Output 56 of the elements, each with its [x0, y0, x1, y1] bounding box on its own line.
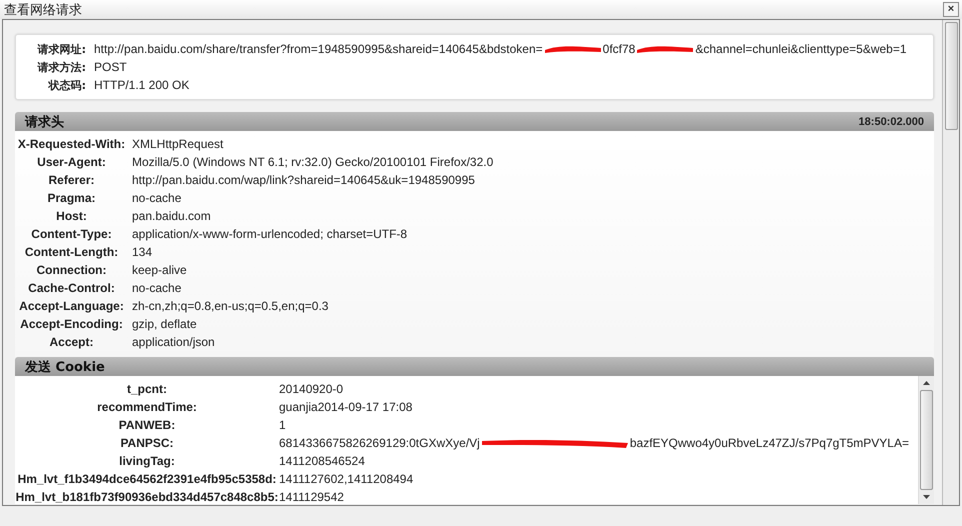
header-name: Connection:: [36, 263, 108, 277]
cookie-name: PANWEB:: [118, 418, 176, 432]
cookie-name: t_pcnt:: [126, 382, 168, 396]
field-value: POST: [94, 60, 127, 74]
header-value: 134: [132, 245, 152, 259]
cookie-name: Hm_lvt_b181fb73f90936ebd334d457c848c8b5:: [15, 490, 279, 504]
cookie-value: 1411129542: [279, 490, 344, 504]
cookie-value: 6814336675826269129:0tGXwXye/Vj: [279, 436, 480, 450]
header-name: Accept-Language:: [18, 299, 125, 313]
cookie-value: 1: [279, 418, 286, 432]
header-value: no-cache: [132, 281, 182, 295]
field-label: 请求方法:: [36, 60, 87, 74]
header-name: Content-Length:: [24, 245, 120, 259]
cookie-value: 1411127602,1411208494: [279, 472, 414, 486]
header-value: pan.baidu.com: [132, 209, 211, 223]
header-name: X-Requested-With:: [16, 137, 126, 151]
cookie-name: recommendTime:: [96, 400, 198, 414]
cookie-value: 1411208546524: [279, 454, 365, 468]
timestamp: 18:50:02.000: [858, 116, 924, 128]
field-label: 状态码:: [47, 78, 87, 92]
cookie-name: Hm_lvt_f1b3494dce64562f2391e4fb95c5358d:: [16, 472, 278, 486]
cookie-value: 20140920-0: [279, 382, 344, 396]
header-value: gzip, deflate: [132, 317, 197, 331]
cookie-value: guanjia2014-09-17 17:08: [279, 400, 412, 414]
field-value: &channel=chunlei&clienttype=5&web=1: [695, 42, 907, 56]
header-name: Pragma:: [46, 191, 97, 205]
header-name: User-Agent:: [36, 155, 107, 169]
header-name: Accept:: [48, 335, 94, 349]
header-value: zh-cn,zh;q=0.8,en-us;q=0.5,en;q=0.3: [132, 299, 328, 313]
header-name: Referer:: [47, 173, 96, 187]
header-name: Cache-Control:: [27, 281, 116, 295]
field-label: 请求网址:: [36, 42, 87, 56]
header-value: Mozilla/5.0 (Windows NT 6.1; rv:32.0) Gecko/20100101 Firefox/32.0: [132, 155, 494, 169]
window-title: 查看网络请求: [3, 2, 82, 18]
section-title: 发送 Cookie: [25, 358, 105, 376]
close-button[interactable]: ×: [943, 2, 959, 17]
header-value: keep-alive: [132, 263, 187, 277]
header-value: application/json: [132, 335, 215, 349]
field-value: HTTP/1.1 200 OK: [94, 78, 190, 92]
header-value: no-cache: [132, 191, 182, 205]
header-value: http://pan.baidu.com/wap/link?shareid=140645&uk=1948590995: [132, 173, 475, 187]
header-value: application/x-www-form-urlencoded; charset=UTF-8: [132, 227, 408, 241]
scroll-down-icon[interactable]: [923, 495, 930, 499]
cookie-value: bazfEYQwwo4y0uRbveLz47ZJ/s7Pq7gT5mPVYLA=: [630, 436, 909, 450]
header-name: Content-Type:: [30, 227, 113, 241]
header-name: Host:: [55, 209, 88, 223]
scroll-up-icon[interactable]: [923, 381, 930, 385]
cookie-name: PANPSC:: [119, 436, 175, 450]
header-name: Accept-Encoding:: [19, 317, 124, 331]
field-value: http://pan.baidu.com/share/transfer?from=1948590995&shareid=140645&bdstoken=: [94, 42, 543, 56]
section-title: 请求头: [25, 114, 64, 130]
cookie-name: livingTag:: [118, 454, 176, 468]
scrollbar[interactable]: [918, 376, 934, 504]
scrollbar[interactable]: [942, 20, 959, 505]
field-value: 0fcf78: [602, 42, 636, 56]
header-value: XMLHttpRequest: [132, 137, 224, 151]
